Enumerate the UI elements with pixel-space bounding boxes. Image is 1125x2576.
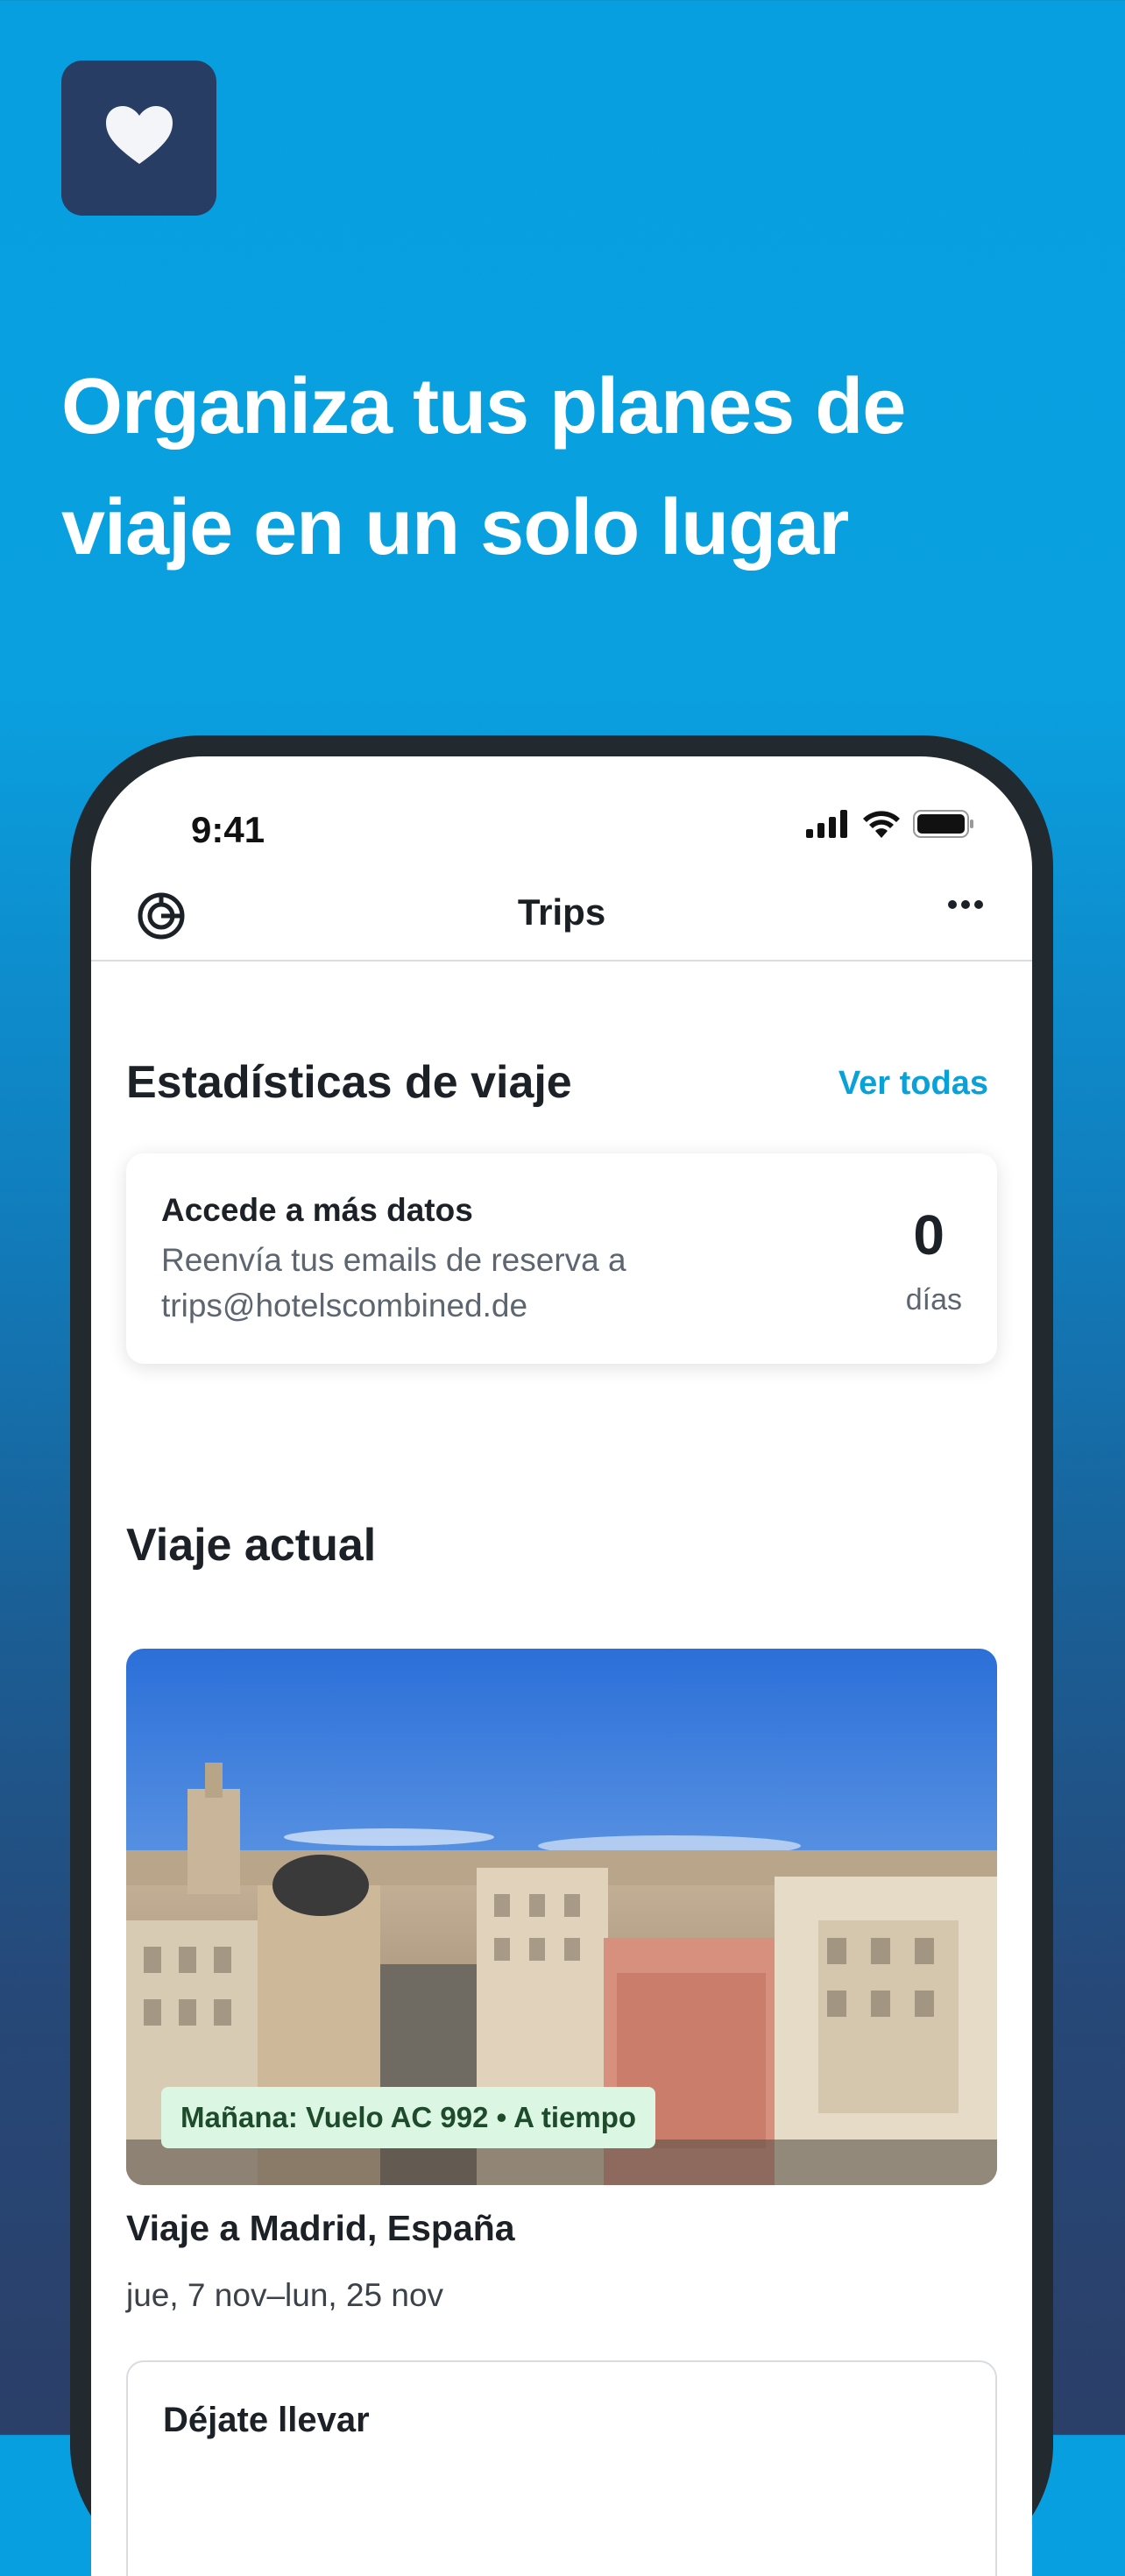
stats-card[interactable]: Accede a más datos Reenvía tus emails de…: [126, 1153, 997, 1364]
phone-frame: 9:41 Trips Estadísticas de viaje Ver tod…: [70, 735, 1053, 2576]
battery-icon: [913, 809, 974, 843]
inspire-title: Déjate llevar: [163, 2401, 370, 2439]
see-all-link[interactable]: Ver todas: [838, 1065, 988, 1103]
status-time: 9:41: [191, 809, 265, 850]
page-title: Trips: [517, 891, 606, 933]
stats-unit: días: [905, 1283, 962, 1316]
signal-icon: [806, 810, 850, 842]
phone-screen: 9:41 Trips Estadísticas de viaje Ver tod…: [91, 756, 1032, 2576]
stats-card-title: Accede a más datos: [161, 1192, 473, 1228]
stats-count: 0: [913, 1203, 945, 1267]
app-badge: [61, 60, 216, 216]
flight-status-badge: Mañana: Vuelo AC 992 • A tiempo: [161, 2087, 656, 2148]
status-icons: [806, 809, 974, 843]
stats-card-body: Reenvía tus emails de reserva a trips@ho…: [161, 1242, 626, 1323]
more-options-icon[interactable]: [948, 898, 983, 914]
heart-icon: [105, 106, 173, 170]
trip-photo[interactable]: Mañana: Vuelo AC 992 • A tiempo: [126, 1649, 997, 2185]
stats-section-title: Estadísticas de viaje: [126, 1057, 572, 1108]
trip-name[interactable]: Viaje a Madrid, España: [126, 2208, 515, 2249]
current-trip-title: Viaje actual: [126, 1520, 377, 1571]
wifi-icon: [862, 810, 901, 842]
navbar: Trips: [91, 870, 1032, 962]
promo-headline: Organiza tus planes de viaje en un solo …: [61, 363, 906, 571]
trip-dates: jue, 7 nov–lun, 25 nov: [126, 2277, 444, 2313]
inspire-card[interactable]: Déjate llevar: [126, 2360, 997, 2576]
